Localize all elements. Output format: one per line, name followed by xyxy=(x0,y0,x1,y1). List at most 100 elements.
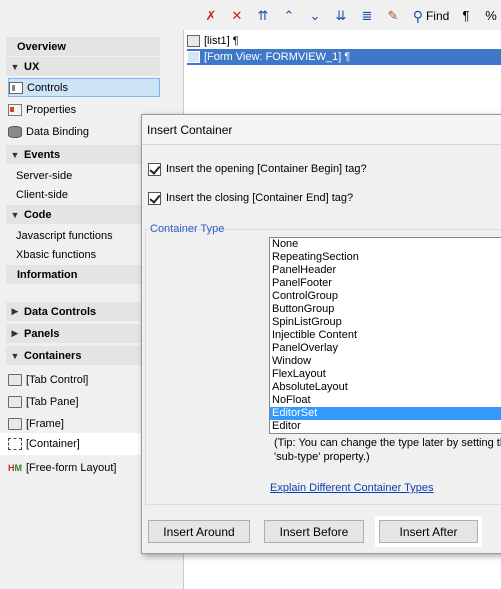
end-tag-checkbox[interactable] xyxy=(148,191,161,205)
end-tag-checkbox-row[interactable]: Insert the closing [Container End] tag? xyxy=(148,190,353,206)
section-panels-label: Panels xyxy=(24,327,60,340)
explain-container-types-link[interactable]: Explain Different Container Types xyxy=(270,482,433,494)
container-icon xyxy=(8,438,22,450)
container-type-option[interactable]: SpinListGroup xyxy=(270,316,501,329)
sidebar-item-label: Data Binding xyxy=(26,125,89,138)
find-button[interactable]: ⚲ Find xyxy=(408,7,454,25)
indent-icon[interactable]: ≣ xyxy=(358,7,376,25)
section-information-label: Information xyxy=(17,268,78,281)
properties-icon xyxy=(8,103,22,116)
sidebar-item-label: Controls xyxy=(27,81,68,94)
sidebar-item-label: Javascript functions xyxy=(16,229,113,242)
section-code-label: Code xyxy=(24,208,52,221)
tab-pane-icon xyxy=(8,395,22,408)
begin-tag-label: Insert the opening [Container Begin] tag… xyxy=(166,163,367,175)
section-information[interactable]: Information xyxy=(6,265,160,284)
sidebar-item-xbasic-functions[interactable]: Xbasic functions xyxy=(8,245,160,264)
sidebar-item-freeform-layout[interactable]: HM [Free-form Layout] xyxy=(8,458,160,477)
container-type-list[interactable]: None RepeatingSection PanelHeader PanelFoot… xyxy=(269,237,501,434)
section-data-controls-label: Data Controls xyxy=(24,305,97,318)
tree-item-label: [Form View: FORMVIEW_1] ¶ xyxy=(204,51,351,63)
container-type-option[interactable]: ButtonGroup xyxy=(270,303,501,316)
insert-around-button[interactable]: Insert Around xyxy=(148,520,250,543)
section-data-controls[interactable]: ▶ Data Controls xyxy=(6,302,160,321)
container-type-option[interactable]: AbsoluteLayout xyxy=(270,381,501,394)
tip-line-1: (Tip: You can change the type later by s… xyxy=(274,437,501,449)
section-ux[interactable]: ▼ UX xyxy=(6,57,160,76)
section-overview-label: Overview xyxy=(17,40,66,53)
tip-line-2: 'sub-type' property.) xyxy=(274,451,370,463)
app-window: ✗ ✕ ⇈ ⌃ ⌄ ⇊ ≣ ✎ ⚲ Find ¶ % Overview ▼ UX… xyxy=(0,0,501,589)
container-type-option[interactable]: None xyxy=(270,238,501,251)
delete-icon[interactable]: ✕ xyxy=(229,7,245,25)
sidebar-item-properties[interactable]: Properties xyxy=(8,100,160,119)
find-label: Find xyxy=(425,9,450,23)
container-type-option[interactable]: PanelOverlay xyxy=(270,342,501,355)
tree-item-list1[interactable]: [list1] ¶ xyxy=(187,33,239,49)
container-type-option[interactable]: NoFloat xyxy=(270,394,501,407)
sidebar-item-label: [Free-form Layout] xyxy=(26,461,117,474)
sidebar-item-label: Server-side xyxy=(16,169,73,182)
insert-after-button[interactable]: Insert After xyxy=(379,520,478,543)
frame-icon xyxy=(8,417,22,430)
section-code[interactable]: ▼ Code xyxy=(6,205,160,224)
sidebar-item-client-side[interactable]: Client-side xyxy=(8,185,160,204)
section-panels[interactable]: ▶ Panels xyxy=(6,324,160,343)
container-type-option[interactable]: RepeatingSection xyxy=(270,251,501,264)
database-icon xyxy=(8,125,22,138)
container-type-option[interactable]: ControlGroup xyxy=(270,290,501,303)
collapse-arrow-icon: ▼ xyxy=(10,149,20,160)
sidebar-item-controls[interactable]: Controls xyxy=(8,78,160,97)
expand-arrow-icon: ▶ xyxy=(11,328,19,338)
html-layout-icon: HM xyxy=(8,462,22,473)
section-events[interactable]: ▼ Events xyxy=(6,145,160,164)
formview-icon xyxy=(187,51,200,63)
sidebar-item-label: Xbasic functions xyxy=(16,248,97,261)
collapse-arrow-icon: ▼ xyxy=(10,350,20,361)
container-type-option[interactable]: FlexLayout xyxy=(270,368,501,381)
sidebar-item-tab-control[interactable]: [Tab Control] xyxy=(8,370,160,389)
section-containers[interactable]: ▼ Containers xyxy=(6,346,160,365)
section-overview[interactable]: Overview xyxy=(6,37,160,56)
sidebar-item-server-side[interactable]: Server-side xyxy=(8,166,160,185)
list-icon xyxy=(187,35,200,47)
controls-icon xyxy=(9,81,23,94)
container-type-option[interactable]: PanelHeader xyxy=(270,264,501,277)
container-type-option[interactable]: EditorSet xyxy=(270,407,501,420)
sidebar-item-container[interactable]: [Container] xyxy=(0,433,149,455)
pilcrow-icon[interactable]: ¶ xyxy=(460,7,472,25)
sidebar-item-label: [Tab Control] xyxy=(26,373,89,386)
insert-container-dialog: Insert Container Insert the opening [Con… xyxy=(141,114,501,554)
move-bottom-icon[interactable]: ⇊ xyxy=(333,7,349,25)
tip-text: (Tip: You can change the type later by s… xyxy=(274,436,501,464)
container-type-label: Container Type xyxy=(150,223,225,235)
sidebar-item-label: [Frame] xyxy=(26,417,64,430)
toolbar: ✗ ✕ ⇈ ⌃ ⌄ ⇊ ≣ ✎ ⚲ Find ¶ % xyxy=(0,0,501,30)
move-down-icon[interactable]: ⌄ xyxy=(307,7,323,25)
sidebar-item-frame[interactable]: [Frame] xyxy=(8,414,160,433)
sidebar-item-data-binding[interactable]: Data Binding xyxy=(8,122,160,141)
delete-multiple-icon[interactable]: ✗ xyxy=(203,7,219,25)
sidebar-item-js-functions[interactable]: Javascript functions xyxy=(8,226,160,245)
insert-before-button[interactable]: Insert Before xyxy=(264,520,364,543)
move-up-icon[interactable]: ⌃ xyxy=(281,7,297,25)
sidebar-item-label: Client-side xyxy=(16,188,68,201)
tree-item-label: [list1] ¶ xyxy=(204,35,239,47)
container-type-option[interactable]: Editor xyxy=(270,420,501,433)
container-type-option[interactable]: Window xyxy=(270,355,501,368)
tree-item-formview[interactable]: [Form View: FORMVIEW_1] ¶ xyxy=(187,49,501,65)
tab-control-icon xyxy=(8,373,22,386)
container-type-option[interactable]: Injectible Content xyxy=(270,329,501,342)
wand-icon[interactable]: ✎ xyxy=(384,7,402,25)
sidebar-item-label: [Tab Pane] xyxy=(26,395,79,408)
container-type-option[interactable]: PanelFooter xyxy=(270,277,501,290)
section-events-label: Events xyxy=(24,148,61,161)
move-top-icon[interactable]: ⇈ xyxy=(255,7,271,25)
begin-tag-checkbox[interactable] xyxy=(148,162,161,176)
sidebar-item-tab-pane[interactable]: [Tab Pane] xyxy=(8,392,160,411)
dialog-title: Insert Container xyxy=(142,115,501,145)
expand-arrow-icon: ▶ xyxy=(11,306,19,316)
percent-icon[interactable]: % xyxy=(484,7,498,25)
collapse-arrow-icon: ▼ xyxy=(10,209,20,220)
begin-tag-checkbox-row[interactable]: Insert the opening [Container Begin] tag… xyxy=(148,161,367,177)
